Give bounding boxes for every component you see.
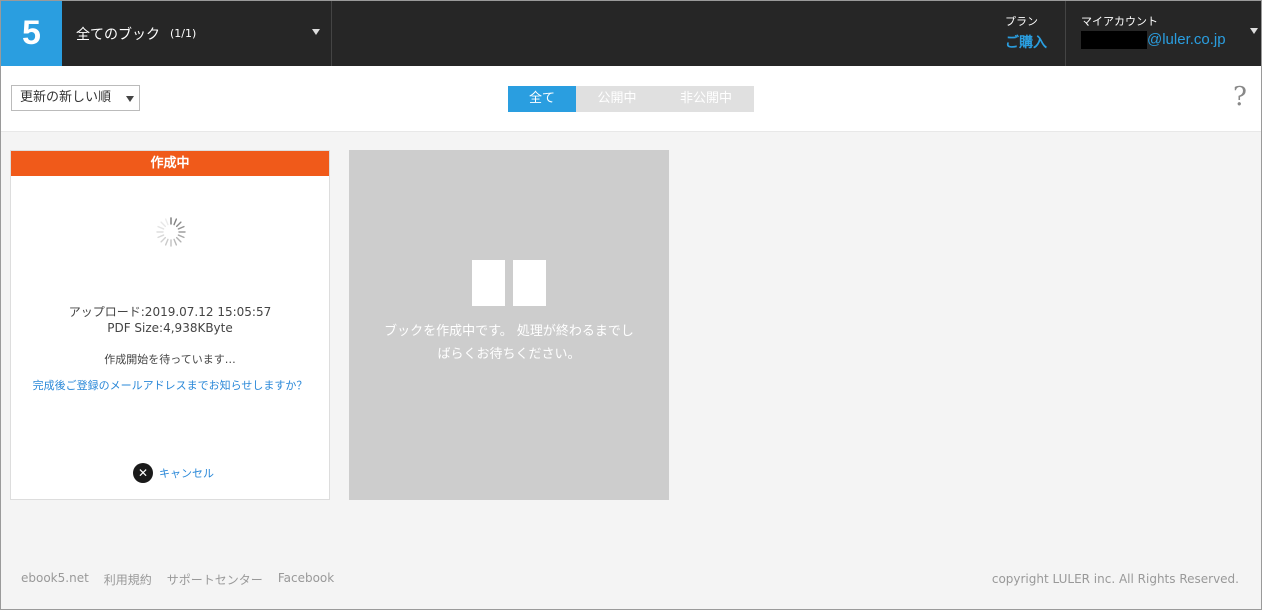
processing-message-line2: ばらくお待ちください。 xyxy=(437,347,581,362)
chevron-down-icon xyxy=(126,96,134,102)
book-page-left xyxy=(472,260,505,306)
book-count: (1/1) xyxy=(170,27,197,40)
sort-select[interactable]: 更新の新しい順 xyxy=(11,85,140,111)
tab-public[interactable]: 公開中 xyxy=(576,86,658,112)
book-preview-placeholder: ブックを作成中です。 処理が終わるまでし ばらくお待ちください。 xyxy=(349,150,669,500)
app-logo[interactable]: 5 xyxy=(1,1,62,66)
account-email: @luler.co.jp xyxy=(1147,31,1226,48)
pdf-size: PDF Size:4,938KByte xyxy=(107,321,233,335)
processing-message: ブックを作成中です。 処理が終わるまでし ばらくお待ちください。 xyxy=(369,320,649,366)
upload-timestamp: アップロード:2019.07.12 15:05:57 xyxy=(68,305,272,319)
status-badge: 作成中 xyxy=(11,151,329,176)
book-filter-dropdown[interactable]: 全てのブック (1/1) xyxy=(62,1,332,66)
footer-link-support[interactable]: サポートセンター xyxy=(167,571,263,588)
open-book-icon xyxy=(472,260,546,306)
visibility-filter-tabs: 全て 公開中 非公開中 xyxy=(508,86,754,112)
help-icon[interactable]: ? xyxy=(1233,82,1247,112)
footer-link-facebook[interactable]: Facebook xyxy=(278,571,334,588)
footer-link-terms[interactable]: 利用規約 xyxy=(104,571,152,588)
cancel-label: キャンセル xyxy=(159,467,214,480)
account-menu[interactable]: マイアカウント @luler.co.jp xyxy=(1065,1,1261,66)
book-filter-label: 全てのブック xyxy=(76,26,160,43)
book-card: 作成中 アップロード:2019.07.12 15:05:57 PDF Size:… xyxy=(10,150,330,500)
sort-select-label: 更新の新しい順 xyxy=(20,90,112,105)
close-circle-icon: ✕ xyxy=(133,463,153,483)
copyright-text: copyright LULER inc. All Rights Reserved… xyxy=(991,572,1239,586)
cancel-button[interactable]: ✕ キャンセル xyxy=(133,463,214,483)
waiting-message: 作成開始を待っています… xyxy=(104,353,236,366)
footer-links: ebook5.net 利用規約 サポートセンター Facebook xyxy=(21,571,349,588)
tab-all[interactable]: 全て xyxy=(508,86,576,112)
plan-menu[interactable]: プラン ご購入 xyxy=(991,1,1065,66)
plan-label: プラン xyxy=(1005,15,1038,28)
purchase-link[interactable]: ご購入 xyxy=(1005,32,1047,52)
loading-spinner-icon xyxy=(156,217,186,247)
email-notify-link[interactable]: 完成後ご登録のメールアドレスまでお知らせしますか？ xyxy=(11,377,329,393)
book-page-right xyxy=(513,260,546,306)
processing-message-line1: ブックを作成中です。 処理が終わるまでし xyxy=(384,324,634,339)
app-header: 5 全てのブック (1/1) プラン ご購入 マイアカウント @luler.co… xyxy=(1,1,1261,66)
toolbar: 更新の新しい順 全て 公開中 非公開中 ? xyxy=(1,66,1261,132)
account-label: マイアカウント xyxy=(1081,15,1158,28)
chevron-down-icon[interactable] xyxy=(1250,28,1258,34)
footer-link-home[interactable]: ebook5.net xyxy=(21,571,89,588)
tab-private[interactable]: 非公開中 xyxy=(658,86,754,112)
redacted-email-block xyxy=(1081,31,1147,49)
chevron-down-icon xyxy=(312,29,320,35)
